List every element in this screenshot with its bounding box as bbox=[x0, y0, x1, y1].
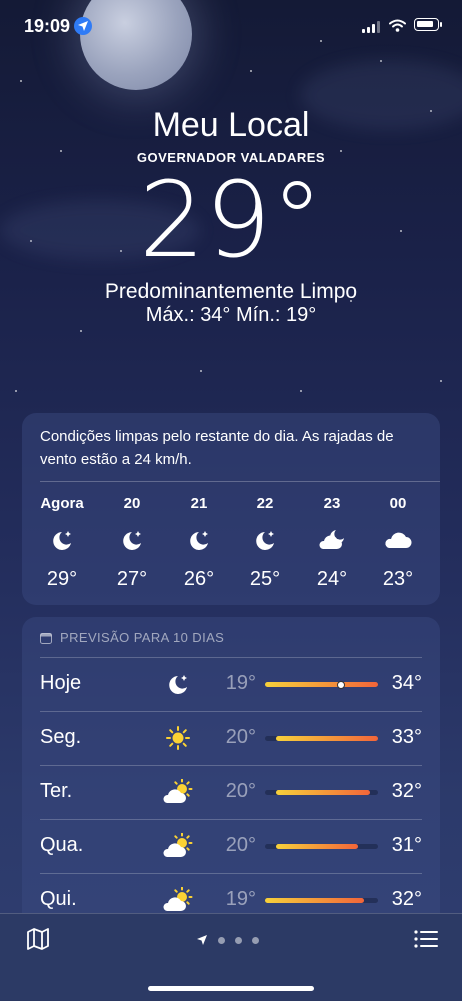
cellular-signal-icon bbox=[362, 20, 380, 38]
temp-range-fill bbox=[276, 844, 358, 849]
hour-temp: 27° bbox=[116, 568, 148, 590]
temp-range-fill bbox=[265, 898, 365, 903]
moon-stars-icon bbox=[158, 669, 198, 699]
high-temp: 31° bbox=[391, 834, 422, 856]
hourly-item: 21 26° bbox=[169, 495, 229, 591]
page-dot[interactable] bbox=[235, 936, 242, 944]
home-indicator bbox=[148, 986, 314, 991]
day-label: Seg. bbox=[40, 726, 82, 748]
page-dot[interactable] bbox=[252, 936, 259, 944]
battery-icon bbox=[414, 18, 442, 31]
cloud-sun-icon bbox=[158, 831, 198, 861]
page-dot[interactable] bbox=[218, 936, 225, 944]
daily-row[interactable]: Hoje 19° 34° bbox=[40, 657, 422, 710]
list-icon[interactable] bbox=[414, 929, 438, 954]
divider bbox=[40, 711, 422, 712]
temp-range-fill bbox=[265, 682, 378, 687]
hour-label: Agora bbox=[40, 495, 84, 512]
hour-label: 21 bbox=[190, 495, 208, 512]
current-temp-dot bbox=[336, 680, 345, 689]
low-temp: 20° bbox=[225, 726, 256, 748]
calendar-icon bbox=[40, 633, 52, 644]
hour-temp: 29° bbox=[46, 568, 78, 590]
location-arrow-icon bbox=[74, 17, 92, 35]
day-label: Qua. bbox=[40, 834, 84, 856]
hour-temp: 24° bbox=[316, 568, 348, 590]
hour-temp: 26° bbox=[183, 568, 215, 590]
map-icon[interactable] bbox=[26, 927, 50, 956]
hour-temp: 25° bbox=[249, 568, 281, 590]
temp-range-bar bbox=[265, 680, 378, 689]
day-label: Qui. bbox=[40, 888, 77, 910]
cloud-sun-icon bbox=[158, 885, 198, 915]
location-arrow-icon bbox=[197, 935, 207, 945]
cloud-icon bbox=[368, 522, 428, 558]
sun-icon bbox=[158, 723, 198, 753]
divider bbox=[40, 873, 422, 874]
low-temp: 19° bbox=[225, 672, 256, 694]
hourly-item: 00 23° bbox=[368, 495, 428, 591]
day-label: Ter. bbox=[40, 780, 73, 802]
page-indicator[interactable] bbox=[196, 934, 259, 946]
current-temperature: 29° bbox=[138, 159, 324, 281]
hour-temp: 23° bbox=[382, 568, 414, 590]
hourly-item: 22 25° bbox=[235, 495, 295, 591]
low-temp: 19° bbox=[225, 888, 256, 910]
divider bbox=[40, 481, 440, 482]
hourly-summary: Condições limpas pelo restante do dia. A… bbox=[40, 428, 394, 468]
cloud-sun-icon bbox=[158, 777, 198, 807]
moon-stars-icon bbox=[235, 522, 295, 558]
wifi-icon bbox=[389, 19, 406, 37]
high-temp: 32° bbox=[391, 780, 422, 802]
temp-range-bar bbox=[265, 898, 378, 903]
daily-row[interactable]: Seg. 20° 33° bbox=[40, 711, 422, 764]
divider bbox=[40, 819, 422, 820]
temp-range-bar bbox=[265, 790, 378, 795]
temp-range-bar bbox=[265, 844, 378, 849]
ten-day-header: PREVISÃO PARA 10 DIAS bbox=[40, 630, 224, 645]
current-condition: Predominantemente Limpo bbox=[104, 280, 358, 303]
hourly-item: 20 27° bbox=[102, 495, 162, 591]
status-bar: 19:09 bbox=[0, 0, 462, 54]
high-low-temperatures: Máx.: 34° Mín.: 19° bbox=[145, 304, 317, 326]
high-temp: 32° bbox=[391, 888, 422, 910]
moon-stars-icon bbox=[169, 522, 229, 558]
temp-range-fill bbox=[276, 790, 371, 795]
hourly-forecast-card[interactable]: Condições limpas pelo restante do dia. A… bbox=[22, 413, 440, 605]
ten-day-header-label: PREVISÃO PARA 10 DIAS bbox=[60, 630, 225, 645]
location-title: Meu Local bbox=[152, 106, 310, 144]
temp-range-bar bbox=[265, 736, 378, 741]
moon-stars-icon bbox=[32, 522, 92, 558]
low-temp: 20° bbox=[225, 834, 256, 856]
hour-label: 22 bbox=[256, 495, 274, 512]
moon-stars-icon bbox=[102, 522, 162, 558]
temp-range-fill bbox=[276, 736, 378, 741]
divider bbox=[40, 765, 422, 766]
cloud-moon-icon bbox=[302, 522, 362, 558]
high-temp: 33° bbox=[391, 726, 422, 748]
hour-label: 23 bbox=[323, 495, 341, 512]
daily-row[interactable]: Qua. 20° 31° bbox=[40, 819, 422, 872]
hourly-item: 23 24° bbox=[302, 495, 362, 591]
ten-day-forecast-card[interactable]: PREVISÃO PARA 10 DIAS Hoje 19° 34° Seg. … bbox=[22, 617, 440, 937]
high-temp: 34° bbox=[391, 672, 422, 694]
low-temp: 20° bbox=[225, 780, 256, 802]
bottom-toolbar bbox=[0, 913, 462, 1001]
divider bbox=[40, 657, 422, 658]
daily-row[interactable]: Ter. 20° 32° bbox=[40, 765, 422, 818]
hour-label: 20 bbox=[123, 495, 141, 512]
status-time: 19:09 bbox=[24, 16, 71, 36]
hourly-item: Agora 29° bbox=[32, 495, 92, 591]
hour-label: 00 bbox=[389, 495, 407, 512]
day-label: Hoje bbox=[40, 672, 82, 694]
